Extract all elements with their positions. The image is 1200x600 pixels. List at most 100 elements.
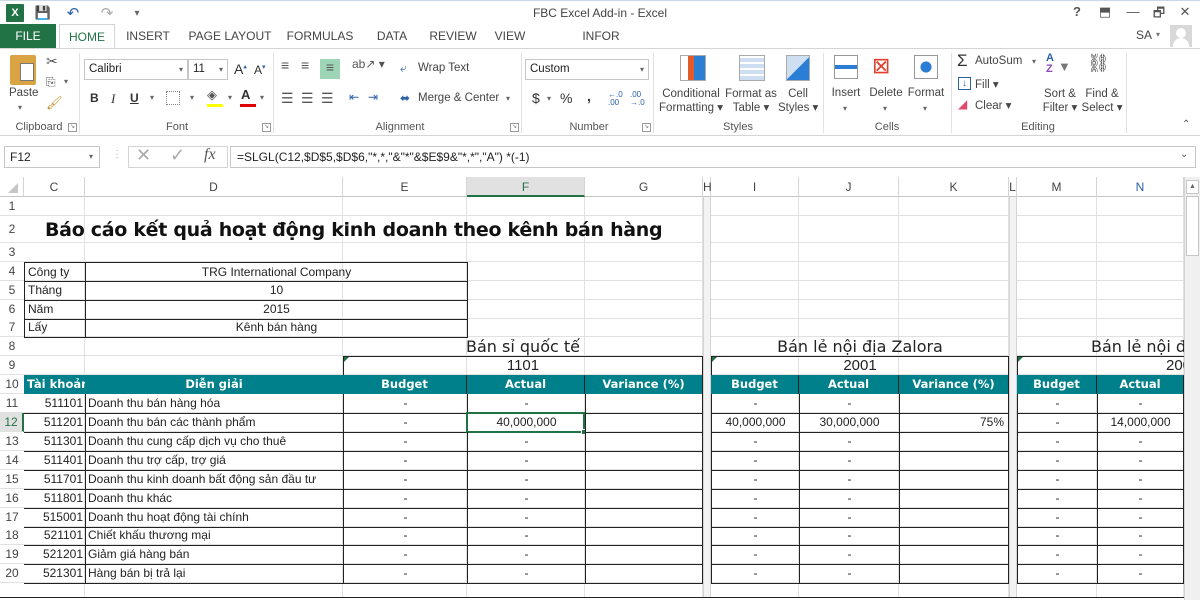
- row-header-2[interactable]: 2: [0, 216, 24, 243]
- scroll-up-icon[interactable]: ▲: [1186, 180, 1199, 194]
- table-cell-budget[interactable]: -: [711, 451, 799, 471]
- table-cell-actual[interactable]: -: [467, 394, 585, 414]
- table-cell-variance[interactable]: [899, 526, 1009, 546]
- decrease-indent-icon[interactable]: ⇤: [349, 90, 359, 104]
- table-cell-budget[interactable]: -: [1017, 451, 1097, 471]
- param-value[interactable]: 2015: [85, 300, 468, 320]
- table-cell-actual[interactable]: -: [1097, 470, 1184, 490]
- account-description[interactable]: Doanh thu kinh doanh bất động sản đầu tư: [85, 470, 343, 490]
- param-value[interactable]: 10: [85, 281, 468, 301]
- italic-button[interactable]: I: [111, 91, 115, 107]
- table-cell-budget[interactable]: -: [343, 413, 467, 433]
- copy-icon[interactable]: ⎘: [46, 75, 56, 90]
- underline-button[interactable]: U: [130, 91, 139, 105]
- table-cell-variance[interactable]: [899, 508, 1009, 528]
- font-color-icon[interactable]: A: [241, 87, 250, 102]
- row-header-13[interactable]: 13: [0, 432, 24, 451]
- decrease-decimal-button[interactable]: .00 →.0: [630, 91, 650, 107]
- find-select-button[interactable]: Find & Select ▾: [1080, 87, 1124, 115]
- tab-insert[interactable]: INSERT: [120, 24, 176, 48]
- table-cell-actual[interactable]: -: [799, 526, 899, 546]
- account-code[interactable]: 521301: [24, 564, 86, 584]
- row-header-15[interactable]: 15: [0, 470, 24, 489]
- cancel-icon[interactable]: ✕: [136, 145, 151, 166]
- account-description[interactable]: Doanh thu bán các thành phẩm: [85, 413, 343, 433]
- table-cell-actual[interactable]: -: [1097, 432, 1184, 452]
- paste-icon[interactable]: [10, 55, 36, 85]
- account-description[interactable]: Giảm giá hàng bán: [85, 545, 343, 565]
- table-cell-budget[interactable]: -: [711, 470, 799, 490]
- table-cell-actual[interactable]: -: [1097, 489, 1184, 509]
- tab-file[interactable]: FILE: [0, 24, 56, 48]
- table-cell-actual[interactable]: -: [467, 489, 585, 509]
- format-as-table-icon[interactable]: [739, 55, 765, 81]
- table-cell-actual[interactable]: -: [1097, 508, 1184, 528]
- table-cell-budget[interactable]: -: [343, 564, 467, 584]
- table-cell-variance[interactable]: [899, 564, 1009, 584]
- table-cell-budget[interactable]: -: [1017, 564, 1097, 584]
- table-cell-variance[interactable]: [585, 451, 703, 471]
- tab-page-layout[interactable]: PAGE LAYOUT: [185, 24, 275, 48]
- column-header-k[interactable]: K: [899, 177, 1009, 197]
- clear-icon[interactable]: ◢: [958, 97, 967, 111]
- column-header-d[interactable]: D: [85, 177, 343, 197]
- table-cell-actual[interactable]: -: [1097, 451, 1184, 471]
- insert-dropdown-icon[interactable]: ▾: [843, 104, 847, 113]
- close-icon[interactable]: ✕: [1172, 4, 1198, 22]
- tab-home[interactable]: HOME: [59, 24, 115, 49]
- number-launcher-icon[interactable]: ↘: [642, 123, 651, 132]
- table-cell-budget[interactable]: -: [343, 526, 467, 546]
- table-cell-variance[interactable]: [585, 413, 703, 433]
- avatar[interactable]: [1170, 25, 1192, 47]
- autosum-icon[interactable]: Σ: [957, 51, 968, 71]
- row-header-12[interactable]: 12: [0, 413, 24, 432]
- align-center-icon[interactable]: ☰: [301, 90, 314, 107]
- account-description[interactable]: Hàng bán bị trả lại: [85, 564, 343, 584]
- account-code[interactable]: 511801: [24, 489, 86, 509]
- row-header-18[interactable]: 18: [0, 526, 24, 545]
- table-cell-variance[interactable]: [899, 470, 1009, 490]
- enter-icon[interactable]: ✓: [170, 145, 185, 166]
- table-cell-budget[interactable]: -: [711, 545, 799, 565]
- table-cell-variance[interactable]: [585, 508, 703, 528]
- table-cell-actual[interactable]: -: [799, 508, 899, 528]
- account-code[interactable]: 521201: [24, 545, 86, 565]
- table-cell-budget[interactable]: -: [343, 394, 467, 414]
- format-dropdown-icon[interactable]: ▾: [923, 104, 927, 113]
- account-description[interactable]: Chiết khấu thương mại: [85, 526, 343, 546]
- delete-dropdown-icon[interactable]: ▾: [883, 104, 887, 113]
- table-cell-actual[interactable]: -: [799, 564, 899, 584]
- table-cell-actual[interactable]: -: [1097, 394, 1184, 414]
- find-select-icon[interactable]: ⛓: [1087, 53, 1110, 74]
- vertical-scrollbar[interactable]: ▲: [1184, 177, 1200, 600]
- table-cell-budget[interactable]: -: [343, 508, 467, 528]
- table-cell-variance[interactable]: [899, 432, 1009, 452]
- account-code[interactable]: 515001: [24, 508, 86, 528]
- insert-cells-icon[interactable]: [834, 55, 858, 79]
- row-header-7[interactable]: 7: [0, 318, 24, 337]
- table-cell-actual[interactable]: -: [467, 564, 585, 584]
- align-top-icon[interactable]: ≡: [281, 57, 289, 73]
- merge-center-icon[interactable]: ⬌: [400, 91, 410, 105]
- bold-button[interactable]: B: [90, 91, 99, 105]
- table-cell-budget[interactable]: -: [711, 489, 799, 509]
- table-cell-variance[interactable]: [585, 526, 703, 546]
- row-header-9[interactable]: 9: [0, 356, 24, 375]
- column-header-l[interactable]: L: [1009, 177, 1017, 197]
- row-header-17[interactable]: 17: [0, 508, 24, 527]
- column-header-c[interactable]: C: [24, 177, 85, 197]
- column-header-g[interactable]: G: [585, 177, 703, 197]
- account-code[interactable]: 511701: [24, 470, 86, 490]
- table-cell-variance[interactable]: [585, 432, 703, 452]
- table-cell-variance[interactable]: [585, 545, 703, 565]
- row-header-20[interactable]: 20: [0, 564, 24, 583]
- clear-button[interactable]: Clear ▾: [975, 98, 1011, 112]
- tab-data[interactable]: DATA: [368, 24, 416, 48]
- table-cell-actual[interactable]: -: [467, 432, 585, 452]
- table-cell-actual[interactable]: -: [467, 508, 585, 528]
- table-cell-budget[interactable]: -: [1017, 413, 1097, 433]
- user-name[interactable]: SA: [1136, 28, 1152, 42]
- account-code[interactable]: 511201: [24, 413, 86, 433]
- tab-formulas[interactable]: FORMULAS: [285, 24, 355, 48]
- font-color-dropdown-icon[interactable]: ▾: [260, 93, 264, 102]
